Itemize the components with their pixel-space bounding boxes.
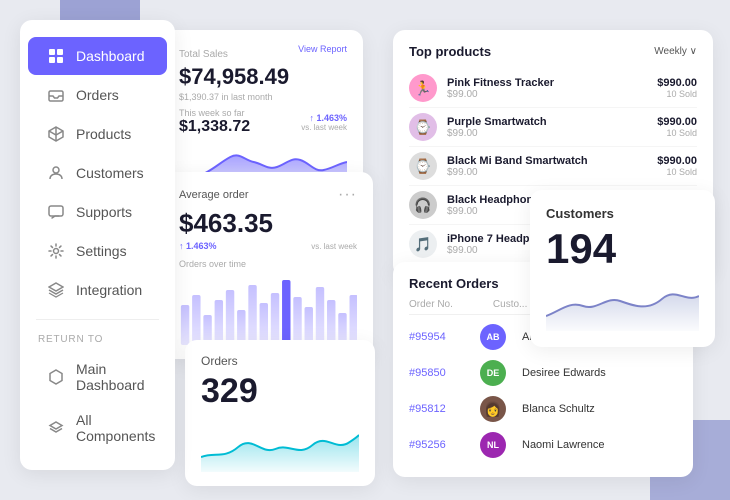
user-icon bbox=[46, 163, 66, 183]
sidebar-label-integration: Integration bbox=[76, 282, 142, 298]
recent-order-row-1: #95850 DE Desiree Edwards bbox=[409, 355, 677, 391]
customer-name-2: Blanca Schultz bbox=[522, 403, 595, 415]
product-price-0: $99.00 bbox=[447, 89, 657, 100]
avg-menu[interactable]: ··· bbox=[338, 186, 357, 204]
customer-name-1: Desiree Edwards bbox=[522, 367, 606, 379]
avg-vs: vs. last week bbox=[311, 242, 357, 251]
orders-count: 329 bbox=[201, 372, 359, 411]
product-price-2: $99.00 bbox=[447, 167, 657, 178]
layers-icon bbox=[46, 280, 66, 300]
product-img-0: 🏃 bbox=[409, 74, 437, 102]
week-amount: $1,338.72 bbox=[179, 118, 250, 136]
week-label: This week so far bbox=[179, 108, 250, 118]
hexagon-icon bbox=[46, 367, 66, 387]
order-num-1: #95850 bbox=[409, 367, 464, 379]
inbox-icon bbox=[46, 85, 66, 105]
product-name-2: Black Mi Band Smartwatch bbox=[447, 155, 657, 167]
order-num-0: #95954 bbox=[409, 331, 464, 343]
product-price-1: $99.00 bbox=[447, 128, 657, 139]
product-revenue-2: $990.00 bbox=[657, 155, 697, 167]
product-img-3: 🎧 bbox=[409, 191, 437, 219]
col-order-no: Order No. bbox=[409, 299, 453, 310]
sales-badge: ↑ 1.463% bbox=[301, 113, 347, 123]
sidebar-item-main-dashboard[interactable]: Main Dashboard bbox=[28, 352, 167, 402]
product-name-0: Pink Fitness Tracker bbox=[447, 77, 657, 89]
sidebar-label-orders: Orders bbox=[76, 87, 119, 103]
customer-name-3: Naomi Lawrence bbox=[522, 439, 605, 451]
sidebar-item-products[interactable]: Products bbox=[28, 115, 167, 153]
product-sold-2: 10 Sold bbox=[657, 167, 697, 177]
avg-title: Average order bbox=[179, 189, 249, 201]
sidebar-item-orders[interactable]: Orders bbox=[28, 76, 167, 114]
sidebar: Dashboard Orders Products Customers bbox=[20, 20, 175, 470]
avatar-2: 👩 bbox=[480, 396, 506, 422]
sidebar-item-integration[interactable]: Integration bbox=[28, 271, 167, 309]
sidebar-label-dashboard: Dashboard bbox=[76, 48, 145, 64]
product-revenue-1: $990.00 bbox=[657, 116, 697, 128]
product-revenue-0: $990.00 bbox=[657, 77, 697, 89]
average-order-card: Average order ··· $463.35 ↑ 1.463% vs. l… bbox=[163, 172, 373, 359]
customers-count: 194 bbox=[546, 225, 699, 273]
product-sold-1: 10 Sold bbox=[657, 128, 697, 138]
customers-chart bbox=[546, 281, 699, 331]
sidebar-label-all-components: All Components bbox=[76, 412, 155, 444]
sidebar-item-all-components[interactable]: All Components bbox=[28, 403, 167, 453]
product-name-1: Purple Smartwatch bbox=[447, 116, 657, 128]
sales-vs: vs. last week bbox=[301, 123, 347, 132]
sidebar-label-customers: Customers bbox=[76, 165, 144, 181]
orders-chart bbox=[201, 417, 359, 472]
orders-card: Orders 329 bbox=[185, 340, 375, 486]
sidebar-item-customers[interactable]: Customers bbox=[28, 154, 167, 192]
box-icon bbox=[46, 124, 66, 144]
sales-amount: $74,958.49 bbox=[179, 64, 347, 90]
product-row: ⌚ Black Mi Band Smartwatch $99.00 $990.0… bbox=[409, 147, 697, 186]
order-num-3: #95256 bbox=[409, 439, 464, 451]
product-img-2: ⌚ bbox=[409, 152, 437, 180]
sales-sub: $1,390.37 in last month bbox=[179, 92, 347, 102]
sidebar-return-label: Return To bbox=[20, 330, 175, 351]
avg-chart-label: Orders over time bbox=[179, 259, 357, 269]
order-num-2: #95812 bbox=[409, 403, 464, 415]
avatar-0: AB bbox=[480, 324, 506, 350]
product-img-1: ⌚ bbox=[409, 113, 437, 141]
sidebar-item-settings[interactable]: Settings bbox=[28, 232, 167, 270]
product-sold-0: 10 Sold bbox=[657, 89, 697, 99]
chat-icon bbox=[46, 202, 66, 222]
recent-order-row-2: #95812 👩 Blanca Schultz bbox=[409, 391, 677, 427]
col-customer: Custo... bbox=[493, 299, 527, 310]
avatar-3: NL bbox=[480, 432, 506, 458]
product-row: 🏃 Pink Fitness Tracker $99.00 $990.00 10… bbox=[409, 69, 697, 108]
view-report-link[interactable]: View Report bbox=[298, 44, 347, 54]
recent-order-row-3: #95256 NL Naomi Lawrence bbox=[409, 427, 677, 463]
product-row: ⌚ Purple Smartwatch $99.00 $990.00 10 So… bbox=[409, 108, 697, 147]
sidebar-label-settings: Settings bbox=[76, 243, 127, 259]
products-period[interactable]: Weekly ∨ bbox=[654, 46, 697, 57]
sidebar-label-products: Products bbox=[76, 126, 131, 142]
settings-icon bbox=[46, 241, 66, 261]
sidebar-divider bbox=[36, 319, 159, 320]
sidebar-item-supports[interactable]: Supports bbox=[28, 193, 167, 231]
stack-icon bbox=[46, 418, 66, 438]
orders-title: Orders bbox=[201, 354, 359, 368]
sidebar-label-main-dashboard: Main Dashboard bbox=[76, 361, 149, 393]
sidebar-label-supports: Supports bbox=[76, 204, 132, 220]
sidebar-item-dashboard[interactable]: Dashboard bbox=[28, 37, 167, 75]
customers-card: Customers 194 bbox=[530, 190, 715, 347]
avatar-1: DE bbox=[480, 360, 506, 386]
product-img-4: 🎵 bbox=[409, 230, 437, 258]
avg-chart bbox=[179, 275, 357, 345]
customers-title: Customers bbox=[546, 206, 699, 221]
avg-badge: ↑ 1.463% bbox=[179, 241, 217, 251]
sales-tag: Total Sales bbox=[179, 49, 228, 60]
avg-amount: $463.35 bbox=[179, 208, 357, 239]
products-title: Top products bbox=[409, 44, 491, 59]
grid-icon bbox=[46, 46, 66, 66]
